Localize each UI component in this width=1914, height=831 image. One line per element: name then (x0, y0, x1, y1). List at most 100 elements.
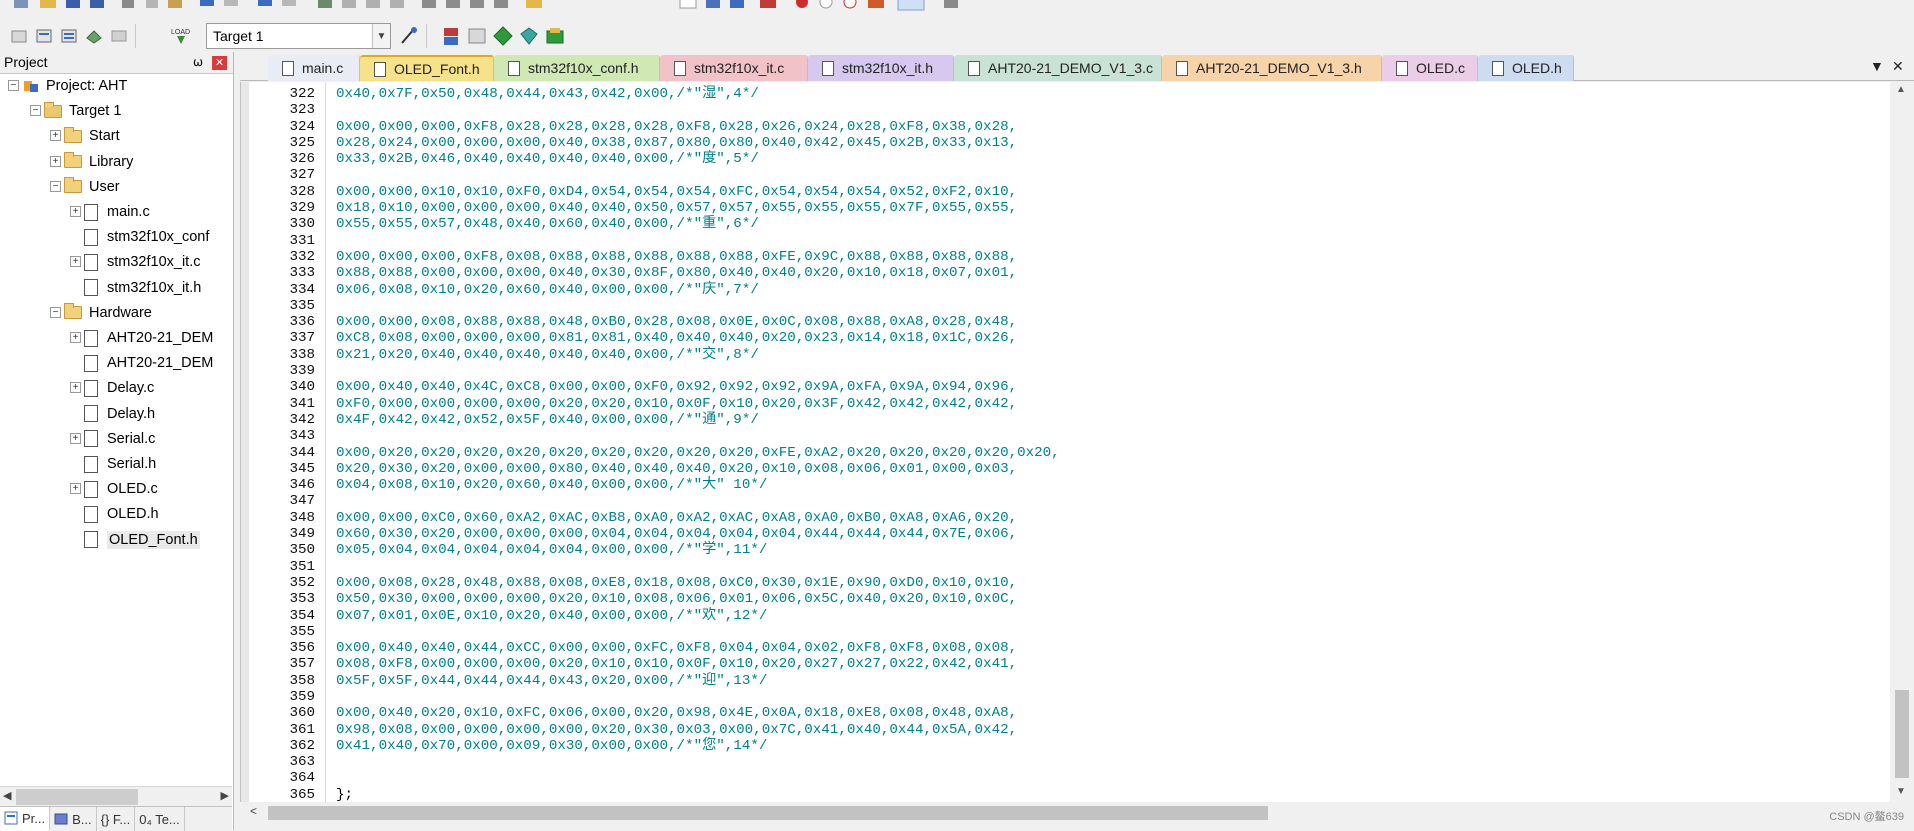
code-line[interactable]: 332 0x00,0x00,0x00,0xF8,0x08,0x88,0x88,0x… (241, 249, 1891, 265)
editor-horizontal-scrollbar[interactable]: < (240, 802, 1890, 824)
code-line[interactable]: 352 0x00,0x08,0x28,0x48,0x88,0x08,0xE8,0x… (241, 575, 1891, 591)
code-line[interactable]: 364 (241, 770, 1891, 786)
tab-aht20-21-demo-v1-3-c[interactable]: AHT20-21_DEMO_V1_3.c (954, 55, 1162, 81)
editor-vertical-scrollbar[interactable]: ▲ ▼ (1890, 82, 1914, 802)
code-line[interactable]: 360 0x00,0x40,0x20,0x10,0xFC,0x06,0x00,0x… (241, 705, 1891, 721)
code-line[interactable]: 323 (241, 102, 1891, 118)
tree-item-file[interactable]: Delay.h (84, 402, 155, 426)
scroll-down-icon[interactable]: ▼ (1896, 786, 1906, 797)
expand-icon[interactable]: + (70, 382, 81, 394)
tree-item-file[interactable]: + main.c (70, 200, 150, 224)
expand-icon[interactable]: + (70, 432, 81, 444)
expand-icon[interactable]: + (70, 483, 81, 495)
code-line[interactable]: 362 0x41,0x40,0x70,0x00,0x09,0x30,0x00,0x… (241, 738, 1891, 754)
tree-item-target[interactable]: − Target 1 (30, 99, 121, 123)
code-line[interactable]: 355 (241, 624, 1891, 640)
scrollbar-thumb[interactable] (268, 806, 1268, 820)
tree-item-folder[interactable]: − Hardware (50, 301, 152, 325)
stop-build-icon[interactable] (108, 25, 130, 47)
tree-item-folder[interactable]: − User (50, 175, 120, 199)
code-line[interactable]: 322 0x40,0x7F,0x50,0x48,0x44,0x43,0x42,0x… (241, 86, 1891, 102)
scroll-right-icon[interactable]: ▶ (221, 789, 229, 802)
collapse-icon[interactable]: − (8, 80, 19, 91)
tab-stm32f10x-conf-h[interactable]: stm32f10x_conf.h (494, 55, 660, 81)
code-editor[interactable]: 322 0x40,0x7F,0x50,0x48,0x44,0x43,0x42,0x… (240, 82, 1914, 803)
tree-item-folder[interactable]: + Library (50, 150, 133, 174)
rte-icon[interactable] (544, 25, 566, 47)
collapse-icon[interactable]: − (50, 180, 61, 192)
tab-oled-c[interactable]: OLED.c (1382, 55, 1478, 81)
code-line[interactable]: 363 (241, 754, 1891, 770)
tree-item-file[interactable]: AHT20-21_DEM (84, 351, 213, 375)
tree-item-file[interactable]: + OLED.c (70, 477, 158, 501)
tree-item-file[interactable]: + Serial.c (70, 427, 155, 451)
tab-list-icon[interactable]: ▼ (1870, 58, 1884, 74)
code-line[interactable]: 348 0x00,0x00,0xC0,0x60,0xA2,0xAC,0xB8,0x… (241, 510, 1891, 526)
select-packs-icon[interactable] (466, 25, 488, 47)
tab-stm32f10x-it-c[interactable]: stm32f10x_it.c (660, 55, 808, 81)
expand-icon[interactable]: + (50, 130, 61, 142)
tree-item-project[interactable]: − Project: AHT (8, 74, 127, 98)
code-content[interactable]: 322 0x40,0x7F,0x50,0x48,0x44,0x43,0x42,0x… (241, 86, 1891, 803)
build-icon[interactable] (33, 25, 55, 47)
code-line[interactable]: 359 (241, 689, 1891, 705)
scroll-left-icon[interactable]: ◀ (3, 789, 11, 802)
code-line[interactable]: 324 0x00,0x00,0x00,0xF8,0x28,0x28,0x28,0x… (241, 119, 1891, 135)
tree-item-file[interactable]: + AHT20-21_DEM (70, 326, 213, 350)
code-line[interactable]: 330 0x55,0x55,0x57,0x48,0x40,0x60,0x40,0x… (241, 216, 1891, 232)
code-line[interactable]: 340 0x00,0x40,0x40,0x4C,0xC8,0x00,0x00,0x… (241, 379, 1891, 395)
code-line[interactable]: 337 0xC8,0x08,0x00,0x00,0x00,0x81,0x81,0x… (241, 330, 1891, 346)
project-horizontal-scrollbar[interactable]: ◀ ▶ (0, 786, 232, 806)
tree-item-file[interactable]: + stm32f10x_it.c (70, 250, 201, 274)
close-editor-icon[interactable]: ✕ (1892, 58, 1904, 75)
code-line[interactable]: 350 0x05,0x04,0x04,0x04,0x04,0x04,0x00,0x… (241, 542, 1891, 558)
tree-item-file[interactable]: stm32f10x_it.h (84, 276, 201, 300)
tree-item-file[interactable]: Serial.h (84, 452, 156, 476)
close-icon[interactable]: ✕ (212, 56, 227, 70)
tab-oled-h[interactable]: OLED.h (1478, 55, 1574, 81)
code-line[interactable]: 365}; (241, 787, 1891, 803)
code-line[interactable]: 344 0x00,0x20,0x20,0x20,0x20,0x20,0x20,0x… (241, 445, 1891, 461)
rebuild-icon[interactable] (58, 25, 80, 47)
collapse-icon[interactable]: − (50, 306, 61, 318)
translate-icon[interactable] (8, 25, 30, 47)
tree-item-file[interactable]: OLED.h (84, 502, 159, 526)
expand-icon[interactable]: + (50, 155, 61, 167)
target-options-icon[interactable] (398, 25, 420, 47)
scroll-left-icon[interactable]: < (250, 804, 257, 818)
download-load-icon[interactable]: LOAD (170, 25, 192, 47)
code-line[interactable]: 325 0x28,0x24,0x00,0x00,0x00,0x40,0x38,0x… (241, 135, 1891, 151)
code-line[interactable]: 356 0x00,0x40,0x40,0x44,0xCC,0x00,0x00,0x… (241, 640, 1891, 656)
scroll-up-icon[interactable]: ▲ (1896, 84, 1906, 95)
batch-build-icon[interactable] (83, 25, 105, 47)
code-line[interactable]: 333 0x88,0x88,0x00,0x00,0x00,0x40,0x30,0x… (241, 265, 1891, 281)
code-line[interactable]: 336 0x00,0x00,0x08,0x88,0x88,0x48,0xB0,0x… (241, 314, 1891, 330)
tab-project[interactable]: Pr... (0, 807, 51, 831)
tab-main-c[interactable]: main.c (268, 55, 360, 81)
code-line[interactable]: 331 (241, 233, 1891, 249)
collapse-icon[interactable]: − (30, 105, 41, 117)
tab-stm32f10x-it-h[interactable]: stm32f10x_it.h (808, 55, 954, 81)
code-line[interactable]: 338 0x21,0x20,0x40,0x40,0x40,0x40,0x40,0x… (241, 347, 1891, 363)
code-line[interactable]: 361 0x98,0x08,0x00,0x00,0x00,0x00,0x20,0x… (241, 722, 1891, 738)
code-line[interactable]: 349 0x60,0x30,0x20,0x00,0x00,0x00,0x04,0x… (241, 526, 1891, 542)
tree-item-folder[interactable]: + Start (50, 124, 120, 148)
manage-run-time-icon[interactable] (492, 25, 514, 47)
code-line[interactable]: 351 (241, 559, 1891, 575)
chevron-down-icon[interactable]: ▼ (372, 24, 390, 48)
tree-item-file[interactable]: + Delay.c (70, 376, 154, 400)
target-select[interactable]: Target 1 ▼ (206, 23, 391, 49)
code-line[interactable]: 327 (241, 167, 1891, 183)
pin-icon[interactable]: ⍵ (193, 55, 203, 69)
code-line[interactable]: 341 0xF0,0x00,0x00,0x00,0x00,0x20,0x20,0x… (241, 396, 1891, 412)
code-line[interactable]: 357 0x08,0xF8,0x00,0x00,0x00,0x20,0x10,0x… (241, 656, 1891, 672)
tab-aht20-21-demo-v1-3-h[interactable]: AHT20-21_DEMO_V1_3.h (1162, 55, 1382, 81)
code-line[interactable]: 354 0x07,0x01,0x0E,0x10,0x20,0x40,0x00,0x… (241, 608, 1891, 624)
code-line[interactable]: 346 0x04,0x08,0x10,0x20,0x60,0x40,0x00,0x… (241, 477, 1891, 493)
code-line[interactable]: 339 (241, 363, 1891, 379)
manage-project-items-icon[interactable] (440, 25, 462, 47)
code-line[interactable]: 328 0x00,0x00,0x10,0x10,0xF0,0xD4,0x54,0x… (241, 184, 1891, 200)
code-line[interactable]: 347 (241, 493, 1891, 509)
tree-item-file[interactable]: stm32f10x_conf (84, 225, 209, 249)
tab-books[interactable]: B... (50, 807, 97, 831)
